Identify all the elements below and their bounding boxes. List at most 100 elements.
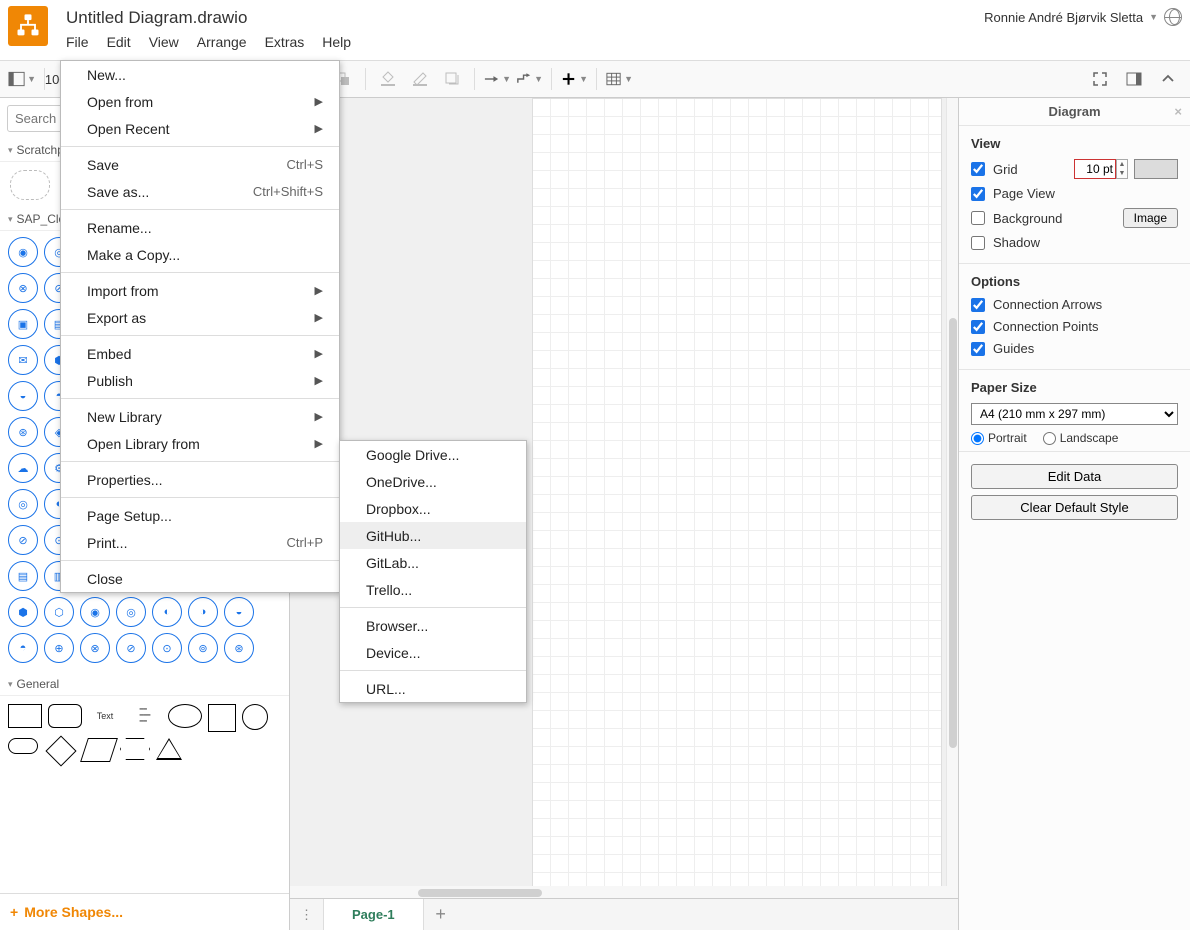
mi-print[interactable]: Print...Ctrl+P (61, 529, 339, 556)
grid-stepper[interactable]: ▲▼ (1116, 159, 1128, 179)
pageview-checkbox[interactable] (971, 187, 985, 201)
sap-shape[interactable]: ☁ (8, 453, 38, 483)
conn-arrows-checkbox[interactable] (971, 298, 985, 312)
smi-url[interactable]: URL... (340, 675, 526, 702)
sap-shape[interactable]: ◒ (8, 381, 38, 411)
smi-google-drive[interactable]: Google Drive... (340, 441, 526, 468)
background-image-button[interactable]: Image (1123, 208, 1178, 228)
h-scrollbar[interactable] (290, 886, 958, 898)
v-scroll-thumb[interactable] (949, 318, 957, 748)
shape-text[interactable]: Text (88, 704, 122, 728)
menu-extras[interactable]: Extras (265, 34, 305, 50)
mi-page-setup[interactable]: Page Setup... (61, 502, 339, 529)
sap-shape[interactable]: ◉ (80, 597, 110, 627)
shadow-button[interactable] (438, 65, 466, 93)
globe-icon[interactable] (1164, 8, 1182, 26)
mi-embed[interactable]: Embed▶ (61, 340, 339, 367)
fullscreen-button[interactable] (1086, 65, 1114, 93)
mi-open-from[interactable]: Open from▶ (61, 88, 339, 115)
fill-color-button[interactable] (374, 65, 402, 93)
shape-rounded-rect[interactable] (48, 704, 82, 728)
sap-shape[interactable]: ⊕ (44, 633, 74, 663)
smi-device[interactable]: Device... (340, 639, 526, 666)
shadow-checkbox[interactable] (971, 236, 985, 250)
sap-shape[interactable]: ⊗ (8, 273, 38, 303)
landscape-radio[interactable]: Landscape (1043, 431, 1119, 445)
shape-textbox[interactable]: ━━━━━━━ (128, 704, 162, 728)
sap-shape[interactable]: ⊘ (116, 633, 146, 663)
smi-trello[interactable]: Trello... (340, 576, 526, 603)
sap-shape[interactable]: ◓ (8, 633, 38, 663)
sap-shape[interactable]: ⊛ (224, 633, 254, 663)
shape-triangle[interactable] (156, 738, 182, 760)
sap-shape[interactable]: ⊛ (8, 417, 38, 447)
smi-browser[interactable]: Browser... (340, 612, 526, 639)
sap-shape[interactable]: ⊚ (188, 633, 218, 663)
sidebar-toggle-button[interactable]: ▼ (8, 65, 36, 93)
smi-github[interactable]: GitHub... (340, 522, 526, 549)
smi-onedrive[interactable]: OneDrive... (340, 468, 526, 495)
menu-file[interactable]: File (66, 34, 89, 50)
grid-color-swatch[interactable] (1134, 159, 1178, 179)
sap-shape[interactable]: ◐ (152, 597, 182, 627)
v-scrollbar[interactable] (946, 98, 958, 930)
sap-shape[interactable]: ▤ (8, 561, 38, 591)
mi-export-as[interactable]: Export as▶ (61, 304, 339, 331)
mi-make-copy[interactable]: Make a Copy... (61, 241, 339, 268)
shape-rectangle[interactable] (8, 704, 42, 728)
mi-new[interactable]: New... (61, 61, 339, 88)
shape-diamond[interactable] (45, 735, 76, 766)
insert-button[interactable]: ▼ (560, 65, 588, 93)
close-icon[interactable]: × (1174, 104, 1182, 119)
format-panel-toggle[interactable] (1120, 65, 1148, 93)
sap-shape[interactable]: ✉ (8, 345, 38, 375)
sap-shape[interactable]: ◒ (224, 597, 254, 627)
waypoint-style-button[interactable]: ▼ (515, 65, 543, 93)
paper[interactable] (532, 98, 942, 930)
sap-shape[interactable]: ⊗ (80, 633, 110, 663)
mi-close[interactable]: Close (61, 565, 339, 592)
mi-import-from[interactable]: Import from▶ (61, 277, 339, 304)
portrait-radio[interactable]: Portrait (971, 431, 1027, 445)
table-button[interactable]: ▼ (605, 65, 633, 93)
sap-shape[interactable]: ⬢ (8, 597, 38, 627)
sap-shape[interactable]: ◉ (8, 237, 38, 267)
smi-gitlab[interactable]: GitLab... (340, 549, 526, 576)
grid-checkbox[interactable] (971, 162, 985, 176)
edit-data-button[interactable]: Edit Data (971, 464, 1178, 489)
guides-checkbox[interactable] (971, 342, 985, 356)
sap-shape[interactable]: ◑ (188, 597, 218, 627)
mi-save-as[interactable]: Save as...Ctrl+Shift+S (61, 178, 339, 205)
page-menu-button[interactable]: ⋮ (290, 899, 324, 930)
menu-help[interactable]: Help (322, 34, 351, 50)
menu-edit[interactable]: Edit (107, 34, 131, 50)
document-title[interactable]: Untitled Diagram.drawio (66, 4, 984, 34)
mi-properties[interactable]: Properties... (61, 466, 339, 493)
shape-hexagon[interactable] (120, 738, 150, 760)
shape-parallelogram[interactable] (80, 738, 118, 762)
collapse-button[interactable] (1154, 65, 1182, 93)
conn-points-checkbox[interactable] (971, 320, 985, 334)
shape-circle[interactable] (242, 704, 268, 730)
sap-shape[interactable]: ◎ (116, 597, 146, 627)
shape-process[interactable] (8, 738, 38, 754)
background-checkbox[interactable] (971, 211, 985, 225)
page-tab-1[interactable]: Page-1 (324, 899, 424, 930)
h-scroll-thumb[interactable] (418, 889, 542, 897)
general-section-header[interactable]: General (0, 673, 289, 696)
mi-open-recent[interactable]: Open Recent▶ (61, 115, 339, 142)
sap-shape[interactable]: ⬡ (44, 597, 74, 627)
sap-shape[interactable]: ◎ (8, 489, 38, 519)
shape-ellipse[interactable] (168, 704, 202, 728)
menu-arrange[interactable]: Arrange (197, 34, 247, 50)
smi-dropbox[interactable]: Dropbox... (340, 495, 526, 522)
mi-new-library[interactable]: New Library▶ (61, 403, 339, 430)
sap-shape[interactable]: ⊘ (8, 525, 38, 555)
mi-open-library-from[interactable]: Open Library from▶ (61, 430, 339, 457)
more-shapes-button[interactable]: More Shapes... (0, 893, 289, 930)
connection-style-button[interactable]: ▼ (483, 65, 511, 93)
menu-view[interactable]: View (149, 34, 179, 50)
sap-shape[interactable]: ⊙ (152, 633, 182, 663)
add-page-button[interactable]: + (424, 904, 458, 925)
mi-publish[interactable]: Publish▶ (61, 367, 339, 394)
